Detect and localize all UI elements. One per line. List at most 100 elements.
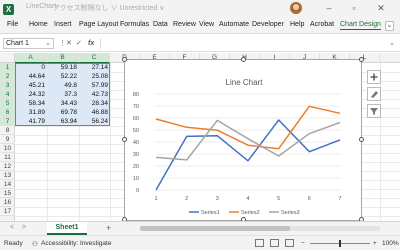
row-header-4[interactable]: 4 [0, 90, 15, 99]
x-tick-label: 5 [277, 196, 280, 202]
row-header-1[interactable]: 1 [0, 63, 15, 72]
zoom-in-icon[interactable]: + [373, 240, 377, 247]
row-header-11[interactable]: 11 [0, 153, 15, 162]
row-header-12[interactable]: 12 [0, 162, 15, 171]
resize-handle[interactable] [359, 57, 364, 62]
formula-bar: Chart 1 ⌄ ⋮ ✕ ✓ fx ⌄ [0, 35, 400, 52]
column-header-a[interactable]: A [15, 53, 47, 63]
y-tick-label: 40 [133, 140, 139, 146]
row-header-15[interactable]: 15 [0, 189, 15, 198]
page-layout-view-icon[interactable] [270, 239, 279, 247]
row-header-5[interactable]: 5 [0, 99, 15, 108]
title-bar: X LineChart アクセス制限なし ∨ Unrestricted ∨ – … [0, 0, 400, 19]
chart-elements-button[interactable] [367, 70, 381, 84]
name-box[interactable]: Chart 1 ⌄ [3, 38, 54, 49]
y-tick-label: 80 [133, 92, 139, 98]
cancel-icon[interactable]: ✕ [66, 38, 72, 49]
page-break-view-icon[interactable] [285, 239, 294, 247]
select-all-corner[interactable] [0, 53, 15, 63]
y-tick-label: 50 [133, 128, 139, 134]
chart-filters-button[interactable] [367, 104, 381, 118]
y-tick-label: 60 [133, 116, 139, 122]
add-sheet-icon[interactable]: + [106, 223, 111, 233]
ribbon-expand-icon[interactable]: ⌄ [385, 21, 394, 31]
zoom-level[interactable]: 100% [382, 240, 399, 247]
chart-plot: 0 10 20 30 40 50 60 70 80 1 2 3 4 5 6 7 Series1 Series2 Se… [133, 92, 342, 216]
ribbon-tabs: File Home Insert Page Layout Formulas Da… [0, 19, 400, 34]
row-headers: 1 2 3 4 5 6 7 8 9 10 11 12 13 14 15 16 17 [0, 63, 15, 221]
accessibility-icon[interactable]: ⚇ [32, 240, 38, 248]
row-header-7[interactable]: 7 [0, 117, 15, 126]
chevron-down-icon[interactable]: ⌄ [45, 39, 51, 48]
tab-automate[interactable]: Automate [219, 21, 249, 28]
series-line-series1 [155, 119, 341, 191]
x-tick-label: 6 [308, 196, 311, 202]
legend-label: Series2 [241, 210, 260, 216]
resize-handle[interactable] [122, 137, 127, 142]
zoom-out-icon[interactable]: − [301, 240, 305, 247]
tab-chart-design[interactable]: Chart Design [340, 21, 381, 30]
column-header-c[interactable]: C [79, 53, 110, 63]
next-sheet-icon[interactable]: > [22, 224, 26, 231]
tab-help[interactable]: Help [290, 21, 304, 28]
tab-acrobat[interactable]: Acrobat [310, 21, 334, 28]
tab-view[interactable]: View [199, 21, 214, 28]
tab-review[interactable]: Review [173, 21, 196, 28]
enter-icon[interactable]: ✓ [76, 38, 82, 49]
minimize-icon[interactable]: – [318, 1, 340, 16]
prev-sheet-icon[interactable]: < [10, 224, 14, 231]
resize-handle[interactable] [241, 57, 246, 62]
row-header-17[interactable]: 17 [0, 207, 15, 216]
sheet-tab-bar: < > Sheet1 + [0, 221, 400, 235]
sheet-tab-sheet1[interactable]: Sheet1 [47, 222, 87, 235]
tab-data[interactable]: Data [153, 21, 168, 28]
row-header-14[interactable]: 14 [0, 180, 15, 189]
tab-home[interactable]: Home [29, 21, 48, 28]
tab-formulas[interactable]: Formulas [120, 21, 149, 28]
chart-styles-button[interactable] [367, 87, 381, 101]
avatar[interactable] [290, 2, 302, 14]
row-header-13[interactable]: 13 [0, 171, 15, 180]
legend-label: Series1 [201, 210, 220, 216]
y-tick-label: 10 [133, 176, 139, 182]
worksheet-grid[interactable]: ABCDEFGHIJKL 1234567891011121314151617 0… [0, 53, 400, 221]
x-tick-label: 4 [246, 196, 249, 202]
row-header-2[interactable]: 2 [0, 72, 15, 81]
normal-view-icon[interactable] [255, 239, 264, 247]
row-header-3[interactable]: 3 [0, 81, 15, 90]
excel-logo-icon: X [3, 4, 14, 15]
x-tick-label: 1 [154, 196, 157, 202]
close-icon[interactable]: ✕ [370, 1, 392, 16]
insert-function-icon[interactable]: fx [88, 38, 94, 49]
x-tick-label: 3 [216, 196, 219, 202]
x-tick-label: 2 [185, 196, 188, 202]
row-header-9[interactable]: 9 [0, 135, 15, 144]
row-header-6[interactable]: 6 [0, 108, 15, 117]
tab-developer[interactable]: Developer [252, 21, 284, 28]
y-tick-label: 20 [133, 164, 139, 170]
tab-file[interactable]: File [7, 21, 18, 28]
line-chart[interactable]: Line Chart 0 10 20 30 40 50 60 70 80 1 2 3 4 5 6 7 Serie… [124, 59, 362, 221]
status-bar: Ready ⚇ Accessibility: Investigate − + 1… [0, 235, 400, 250]
scrollbar-thumb[interactable] [140, 226, 290, 231]
sensitivity-label[interactable]: アクセス制限なし ∨ Unrestricted ∨ [53, 3, 164, 13]
maximize-icon[interactable]: ▫ [343, 1, 365, 16]
column-header-b[interactable]: B [47, 53, 79, 63]
expand-formula-icon[interactable]: ⌄ [389, 39, 395, 47]
tab-insert[interactable]: Insert [54, 21, 72, 28]
x-tick-label: 7 [338, 196, 341, 202]
accessibility-status[interactable]: Accessibility: Investigate [41, 240, 111, 247]
options-icon[interactable]: ⋮ [59, 38, 66, 49]
zoom-slider-thumb[interactable] [339, 240, 341, 247]
row-header-10[interactable]: 10 [0, 144, 15, 153]
formula-input[interactable] [100, 38, 385, 49]
name-box-value: Chart 1 [6, 40, 29, 47]
row-header-16[interactable]: 16 [0, 198, 15, 207]
row-header-8[interactable]: 8 [0, 126, 15, 135]
y-tick-label: 70 [133, 104, 139, 110]
resize-handle[interactable] [359, 137, 364, 142]
resize-handle[interactable] [122, 57, 127, 62]
tab-page-layout[interactable]: Page Layout [79, 21, 118, 28]
data-range-outline [15, 63, 110, 126]
horizontal-scrollbar[interactable] [140, 226, 380, 231]
